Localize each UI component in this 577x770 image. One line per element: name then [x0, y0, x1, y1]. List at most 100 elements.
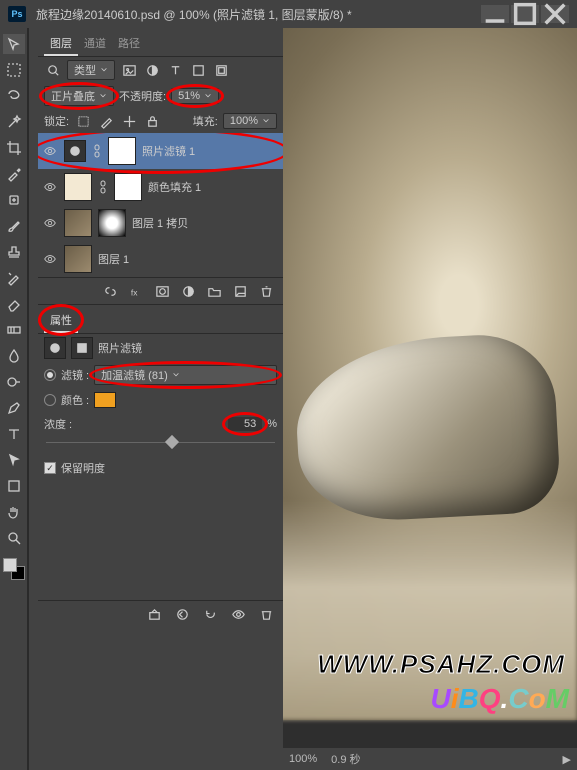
layer-list: 照片滤镜 1 颜色填充 1 图层 1 拷贝 图层 1 [38, 133, 283, 277]
move-tool[interactable] [3, 34, 25, 54]
eraser-tool[interactable] [3, 294, 25, 314]
properties-panel: 属性 照片滤镜 滤镜 : 加温滤镜 (81) 颜色 : 浓度 : 53 [38, 304, 283, 627]
gradient-tool[interactable] [3, 320, 25, 340]
hand-tool[interactable] [3, 502, 25, 522]
type-tool[interactable] [3, 424, 25, 444]
delete-button[interactable] [257, 605, 275, 623]
filter-smart-icon[interactable] [212, 61, 230, 79]
wand-tool[interactable] [3, 112, 25, 132]
canvas[interactable]: 2 4 6 WWW.PSAHZ.COM UiBQ.CoM 100% 0.9 秒 … [283, 28, 577, 770]
new-layer-button[interactable] [231, 282, 249, 300]
eyedropper-tool[interactable] [3, 164, 25, 184]
layer-thumb [64, 209, 92, 237]
new-group-button[interactable] [205, 282, 223, 300]
path-select-tool[interactable] [3, 450, 25, 470]
zoom-tool[interactable] [3, 528, 25, 548]
preserve-checkbox[interactable]: ✓ [44, 462, 56, 474]
filter-type-dropdown[interactable]: 类型 [67, 60, 115, 80]
status-menu[interactable]: ▶ [563, 753, 571, 766]
color-swatches[interactable] [3, 558, 25, 580]
adj-thumb [64, 140, 86, 162]
layer-name: 照片滤镜 1 [142, 143, 195, 159]
app-logo: Ps [8, 6, 26, 22]
heal-tool[interactable] [3, 190, 25, 210]
adj-type-icon [44, 337, 66, 359]
mask-thumb[interactable] [108, 137, 136, 165]
status-bar: 100% 0.9 秒 ▶ [283, 748, 577, 770]
visibility-toggle[interactable] [42, 251, 58, 267]
view-button[interactable] [229, 605, 247, 623]
link-layers-button[interactable] [101, 282, 119, 300]
reset-button[interactable] [201, 605, 219, 623]
density-input[interactable]: 53 [228, 417, 262, 431]
lock-pixels-icon[interactable] [97, 112, 115, 130]
layer-thumb [64, 173, 92, 201]
svg-text:fx: fx [130, 287, 137, 297]
filter-text-icon[interactable] [166, 61, 184, 79]
stamp-tool[interactable] [3, 242, 25, 262]
close-button[interactable] [541, 5, 569, 23]
maximize-button[interactable] [511, 5, 539, 23]
mask-thumb[interactable] [98, 209, 126, 237]
tab-paths[interactable]: 路径 [112, 32, 146, 56]
filter-dropdown[interactable]: 加温滤镜 (81) [94, 365, 277, 385]
tab-layers[interactable]: 图层 [44, 32, 78, 56]
dodge-tool[interactable] [3, 372, 25, 392]
search-icon[interactable] [44, 61, 62, 79]
color-swatch[interactable] [94, 392, 116, 408]
delete-layer-button[interactable] [257, 282, 275, 300]
lasso-tool[interactable] [3, 86, 25, 106]
lock-label: 锁定: [44, 113, 69, 129]
document-title: 旅程边缘20140610.psd @ 100% (照片滤镜 1, 图层蒙版/8)… [36, 6, 481, 23]
prev-button[interactable] [173, 605, 191, 623]
opacity-label: 不透明度: [119, 88, 166, 104]
minimize-button[interactable] [481, 5, 509, 23]
link-icon [92, 144, 102, 158]
layer-row[interactable]: 颜色填充 1 [38, 169, 283, 205]
new-adj-button[interactable] [179, 282, 197, 300]
layer-row[interactable]: 图层 1 [38, 241, 283, 277]
zoom-display[interactable]: 100% [289, 753, 317, 765]
title-bar: Ps 旅程边缘20140610.psd @ 100% (照片滤镜 1, 图层蒙版… [0, 0, 577, 28]
brush-tool[interactable] [3, 216, 25, 236]
link-icon [98, 180, 108, 194]
tab-properties[interactable]: 属性 [44, 309, 78, 333]
blur-tool[interactable] [3, 346, 25, 366]
lock-trans-icon[interactable] [74, 112, 92, 130]
preserve-label: 保留明度 [61, 460, 105, 476]
color-radio[interactable] [44, 394, 56, 406]
panel-tabs: 图层 通道 路径 [38, 28, 283, 57]
crop-tool[interactable] [3, 138, 25, 158]
layer-row[interactable]: 图层 1 拷贝 [38, 205, 283, 241]
history-brush-tool[interactable] [3, 268, 25, 288]
visibility-toggle[interactable] [42, 179, 58, 195]
opacity-input[interactable]: 51% [171, 88, 219, 104]
add-mask-button[interactable] [153, 282, 171, 300]
watermark-uibq: UiBQ.CoM [431, 683, 569, 715]
visibility-toggle[interactable] [42, 143, 58, 159]
lock-all-icon[interactable] [143, 112, 161, 130]
fill-label: 填充: [193, 113, 218, 129]
visibility-toggle[interactable] [42, 215, 58, 231]
lock-pos-icon[interactable] [120, 112, 138, 130]
layer-name: 颜色填充 1 [148, 179, 201, 195]
clip-button[interactable] [145, 605, 163, 623]
props-footer [38, 600, 283, 627]
timing-display: 0.9 秒 [331, 751, 360, 767]
layer-fx-button[interactable]: fx [127, 282, 145, 300]
pen-tool[interactable] [3, 398, 25, 418]
props-title: 照片滤镜 [98, 340, 142, 356]
shape-tool[interactable] [3, 476, 25, 496]
mask-type-icon[interactable] [71, 337, 93, 359]
blend-mode-dropdown[interactable]: 正片叠底 [44, 86, 114, 106]
filter-radio[interactable] [44, 369, 56, 381]
tab-channels[interactable]: 通道 [78, 32, 112, 56]
filter-adjust-icon[interactable] [143, 61, 161, 79]
filter-shape-icon[interactable] [189, 61, 207, 79]
filter-image-icon[interactable] [120, 61, 138, 79]
marquee-tool[interactable] [3, 60, 25, 80]
layer-row[interactable]: 照片滤镜 1 [38, 133, 283, 169]
mask-thumb[interactable] [114, 173, 142, 201]
density-slider[interactable] [46, 436, 275, 450]
fill-input[interactable]: 100% [223, 113, 277, 129]
